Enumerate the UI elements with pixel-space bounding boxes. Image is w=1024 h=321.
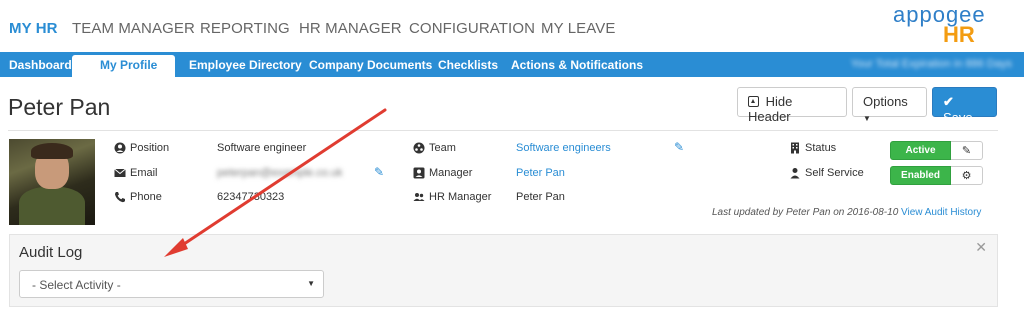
page-title: Peter Pan (8, 94, 111, 120)
user-icon (114, 142, 126, 154)
position-label: Position (130, 142, 170, 154)
subnav-item-dashboard[interactable]: Dashboard (9, 58, 72, 72)
phone-label: Phone (130, 191, 162, 203)
last-updated-text: Last updated by Peter Pan on 2016-08-10 (712, 207, 899, 218)
email-value[interactable]: peterpan@example.co.uk (217, 167, 343, 179)
options-dropdown-button[interactable]: Options ▼ (852, 87, 927, 123)
options-label: Options (863, 94, 908, 109)
topnav-item-team-manager[interactable]: TEAM MANAGER (72, 20, 195, 37)
subnav-item-my-profile[interactable]: My Profile (72, 55, 176, 77)
status-active-badge[interactable]: Active (890, 141, 951, 160)
subnav-item-company-documents[interactable]: Company Documents (309, 58, 432, 72)
team-icon (413, 142, 425, 154)
save-button[interactable]: ✔ Save (932, 87, 997, 125)
appogee-logo: appogee HR (893, 2, 1003, 48)
manager-link[interactable]: Peter Pan (516, 167, 565, 179)
envelope-icon (114, 168, 126, 177)
select-activity-value: - Select Activity - (32, 278, 121, 292)
last-updated-info: Last updated by Peter Pan on 2016-08-10 … (712, 207, 981, 218)
photo-hair (31, 143, 73, 159)
audit-log-title: Audit Log (19, 244, 83, 261)
subnav-item-actions-notifications[interactable]: Actions & Notifications (511, 58, 643, 72)
person-icon (790, 168, 800, 179)
hr-manager-value: Peter Pan (516, 191, 565, 203)
position-value: Software engineer (217, 142, 307, 154)
email-label: Email (130, 167, 158, 179)
annotation-arrow-shaft (170, 108, 387, 254)
self-service-enabled-badge[interactable]: Enabled (890, 166, 951, 185)
hide-header-icon (748, 96, 759, 107)
manager-icon (413, 167, 425, 179)
edit-team-pencil-icon[interactable]: ✎ (674, 140, 684, 154)
topnav-item-hr-manager[interactable]: HR MANAGER (299, 20, 402, 37)
photo-body (19, 187, 85, 225)
subnav-item-employee-directory[interactable]: Employee Directory (189, 58, 302, 72)
team-link[interactable]: Software engineers (516, 142, 611, 154)
audit-log-panel: Audit Log ✕ - Select Activity - ▼ (9, 234, 998, 307)
dropdown-caret-icon: ▼ (307, 279, 315, 288)
hr-manager-label: HR Manager (429, 191, 492, 203)
select-activity-dropdown[interactable]: - Select Activity - ▼ (19, 270, 324, 298)
phone-value: 62347730323 (217, 191, 285, 203)
close-icon[interactable]: ✕ (975, 239, 987, 256)
save-label: Save (943, 110, 973, 125)
logo-text-line2: HR (943, 22, 975, 47)
topnav-item-my-leave[interactable]: MY LEAVE (541, 20, 615, 37)
top-navigation: MY HR TEAM MANAGER REPORTING HR MANAGER … (0, 0, 1024, 52)
profile-photo[interactable] (9, 139, 95, 225)
view-audit-history-link[interactable]: View Audit History (901, 207, 981, 218)
sub-navigation: Dashboard My Profile Employee Directory … (0, 52, 1024, 77)
building-icon (791, 142, 799, 154)
checkmark-icon: ✔ (943, 94, 954, 109)
header-divider (8, 130, 998, 131)
subnav-item-checklists[interactable]: Checklists (438, 58, 498, 72)
topnav-item-configuration[interactable]: CONFIGURATION (409, 20, 535, 37)
topnav-item-reporting[interactable]: REPORTING (200, 20, 290, 37)
team-label: Team (429, 142, 456, 154)
self-service-label: Self Service (805, 167, 864, 179)
phone-icon (115, 192, 125, 203)
hr-manager-icon (413, 193, 425, 201)
manager-label: Manager (429, 167, 473, 179)
edit-status-pencil-icon[interactable]: ✎ (951, 141, 983, 160)
caret-down-icon: ▼ (863, 114, 871, 123)
edit-email-pencil-icon[interactable]: ✎ (374, 165, 384, 179)
topnav-item-my-hr[interactable]: MY HR (9, 20, 58, 37)
self-service-settings-gear-icon[interactable]: ⚙ (951, 166, 983, 185)
status-label: Status (805, 142, 837, 154)
hide-header-button[interactable]: Hide Header (737, 87, 847, 124)
license-expiry-text: Your Total Expiration in 886 Days (850, 58, 1012, 70)
